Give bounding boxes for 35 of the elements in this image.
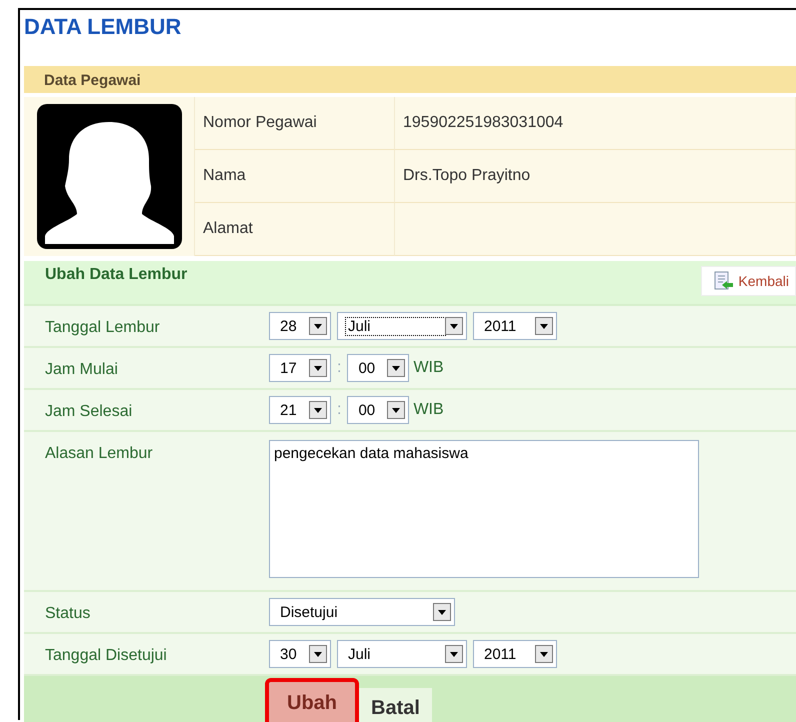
- cancel-button[interactable]: Batal: [359, 688, 432, 722]
- document-arrow-icon: [714, 271, 734, 291]
- field-label: Alasan Lembur: [44, 444, 154, 464]
- avatar-silhouette-icon: [36, 104, 182, 249]
- field-label: Jam Selesai: [44, 402, 134, 422]
- field-label: Tanggal Disetujui: [44, 646, 168, 666]
- dropdown[interactable]: Disetujui: [269, 598, 455, 626]
- dropdown[interactable]: 00: [347, 354, 410, 382]
- field-label: Nama: [195, 150, 395, 203]
- dropdown[interactable]: 00: [347, 396, 410, 424]
- back-button[interactable]: Kembali: [701, 266, 796, 296]
- dropdown[interactable]: 2011: [473, 640, 557, 668]
- field-value: 195902251983031004: [395, 97, 796, 150]
- dropdown[interactable]: 2011: [473, 312, 557, 340]
- field-label: Tanggal Lembur: [44, 318, 161, 338]
- field-label: Jam Mulai: [44, 360, 119, 380]
- field-label: Alamat: [195, 203, 395, 256]
- dropdown[interactable]: 28: [269, 312, 331, 340]
- field-label: Nomor Pegawai: [195, 97, 395, 150]
- time-zone-label: WIB: [413, 359, 444, 377]
- dropdown[interactable]: Juli: [337, 312, 467, 340]
- section-header: Ubah Data Lembur: [45, 266, 188, 284]
- reason-textarea[interactable]: pengecekan data mahasiswa: [269, 440, 699, 578]
- dropdown[interactable]: 17: [269, 354, 331, 382]
- page-title: DATA LEMBUR: [24, 14, 182, 41]
- time-separator: :: [337, 359, 342, 377]
- submit-button[interactable]: Ubah: [265, 678, 359, 722]
- dropdown[interactable]: 30: [269, 640, 331, 668]
- section-header: Data Pegawai: [24, 66, 796, 93]
- time-separator: :: [337, 401, 342, 419]
- time-zone-label: WIB: [413, 401, 444, 419]
- field-label: Status: [44, 604, 92, 624]
- field-value: Drs.Topo Prayitno: [395, 150, 796, 203]
- dropdown[interactable]: Juli: [337, 640, 467, 668]
- dropdown[interactable]: 21: [269, 396, 331, 424]
